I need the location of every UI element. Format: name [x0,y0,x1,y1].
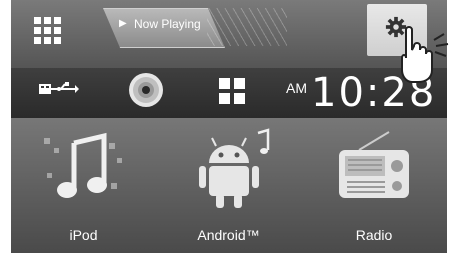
menu-grid-button[interactable] [29,12,65,48]
apps-icon[interactable] [219,78,245,104]
source-tile-android[interactable]: Android™ [156,118,301,253]
grid-icon [33,16,41,24]
hand-pointer-icon [401,26,449,83]
source-tile-radio[interactable]: Radio [301,118,447,253]
disc-icon[interactable] [128,72,164,108]
head-unit-screen: ▶ Now Playing AM 10:28 iPod Android™ Rad… [11,0,447,253]
now-playing-label: Now Playing [134,17,201,31]
source-tile-ipod[interactable]: iPod [11,118,156,253]
source-label-android: Android™ [197,227,260,243]
android-robot-icon [198,128,269,208]
decorative-stripes [207,8,287,46]
play-icon: ▶ [119,18,127,29]
source-label-ipod: iPod [69,227,98,243]
clock-ampm: AM [286,80,307,96]
usb-icon[interactable] [39,80,79,98]
radio-icon [339,131,409,198]
ipod-music-icon [43,132,122,198]
source-label-radio: Radio [355,227,393,243]
